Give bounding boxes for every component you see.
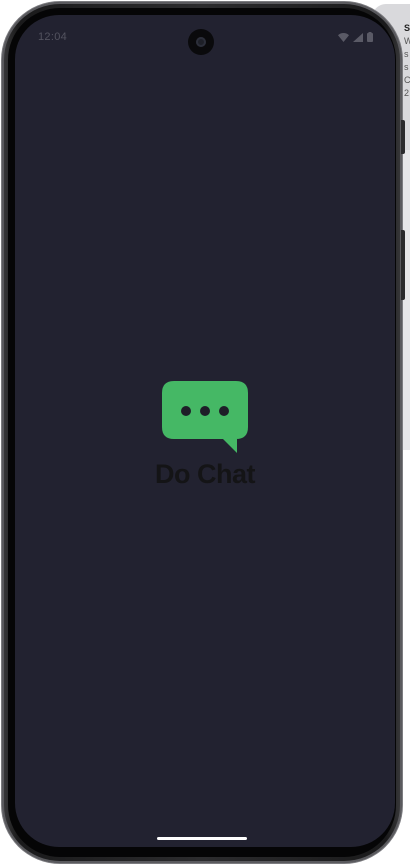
panel-text-line: s: [404, 49, 409, 59]
panel-text-line: W: [404, 36, 410, 46]
battery-icon: [367, 32, 373, 42]
status-icons: [338, 32, 373, 42]
panel-text-line: 2: [404, 88, 410, 98]
front-camera: [188, 29, 214, 55]
panel-text-line: STO: [404, 23, 410, 33]
status-time: 12:04: [38, 31, 68, 43]
splash-logo: Do Chat: [15, 379, 395, 490]
panel-text-line: s: [404, 62, 409, 72]
power-button[interactable]: [401, 120, 405, 154]
wifi-icon: [338, 32, 349, 42]
chat-bubble-dots-icon: [162, 381, 248, 453]
home-indicator[interactable]: [157, 837, 247, 840]
panel-text-line: C: [404, 75, 410, 85]
app-screen: 12:04 Do Chat: [15, 15, 395, 847]
volume-button[interactable]: [401, 230, 405, 300]
background-window-strip: [403, 150, 410, 450]
signal-icon: [353, 32, 363, 42]
app-name: Do Chat: [155, 459, 256, 489]
